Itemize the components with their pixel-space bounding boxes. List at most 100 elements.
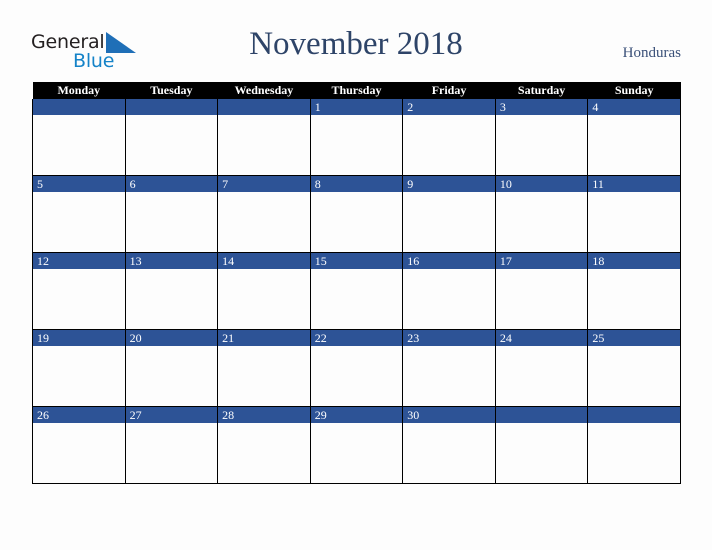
calendar-day-cell[interactable]: 5 xyxy=(32,175,126,253)
day-events-area[interactable] xyxy=(310,269,403,329)
day-events-area[interactable] xyxy=(310,115,403,175)
day-events-area[interactable] xyxy=(403,423,495,483)
day-events-area[interactable] xyxy=(495,192,588,252)
day-events-area[interactable] xyxy=(310,192,403,252)
calendar-day-cell[interactable] xyxy=(587,406,681,484)
calendar-day-cell[interactable]: 17 xyxy=(494,252,589,330)
day-number-band: 10 xyxy=(495,176,588,192)
day-number-band: 22 xyxy=(310,330,403,346)
calendar-day-cell[interactable] xyxy=(217,99,311,176)
day-events-area[interactable] xyxy=(588,192,680,252)
day-events-area[interactable] xyxy=(125,269,218,329)
calendar-day-cell[interactable]: 26 xyxy=(32,406,126,484)
day-number-band xyxy=(218,99,310,115)
calendar-day-cell[interactable]: 18 xyxy=(587,252,681,330)
day-number: 6 xyxy=(129,177,136,191)
day-events-area[interactable] xyxy=(218,115,310,175)
day-events-area[interactable] xyxy=(310,346,403,406)
day-events-area[interactable] xyxy=(33,115,125,175)
day-events-area[interactable] xyxy=(125,346,218,406)
day-number-band: 19 xyxy=(33,330,125,346)
day-number-band: 25 xyxy=(588,330,680,346)
calendar-day-cell[interactable]: 6 xyxy=(124,175,219,253)
day-events-area[interactable] xyxy=(218,192,310,252)
calendar-day-cell[interactable] xyxy=(32,99,126,176)
day-events-area[interactable] xyxy=(218,423,310,483)
calendar-day-cell[interactable]: 13 xyxy=(124,252,219,330)
calendar-week-row: 1 2 3 4 xyxy=(32,99,681,176)
day-events-area[interactable] xyxy=(310,423,403,483)
day-events-area[interactable] xyxy=(495,269,588,329)
day-number: 25 xyxy=(592,331,605,345)
calendar-day-cell[interactable]: 15 xyxy=(309,252,404,330)
region-label: Honduras xyxy=(622,45,681,61)
calendar-week-row: 26 27 28 29 30 xyxy=(32,406,681,484)
day-number: 30 xyxy=(407,408,420,422)
day-events-area[interactable] xyxy=(33,269,125,329)
day-number: 29 xyxy=(314,408,327,422)
calendar-day-cell[interactable]: 4 xyxy=(587,99,681,176)
day-number-band: 3 xyxy=(495,99,588,115)
day-number: 28 xyxy=(222,408,235,422)
calendar-day-cell[interactable]: 19 xyxy=(32,329,126,407)
calendar-day-cell[interactable]: 3 xyxy=(494,99,589,176)
day-events-area[interactable] xyxy=(218,346,310,406)
calendar-day-cell[interactable]: 22 xyxy=(309,329,404,407)
day-events-area[interactable] xyxy=(33,423,125,483)
day-events-area[interactable] xyxy=(495,346,588,406)
day-number-band: 1 xyxy=(310,99,403,115)
calendar-day-cell[interactable]: 20 xyxy=(124,329,219,407)
day-events-area[interactable] xyxy=(218,269,310,329)
calendar-day-cell[interactable] xyxy=(124,99,219,176)
day-number: 21 xyxy=(222,331,235,345)
calendar-day-cell[interactable]: 7 xyxy=(217,175,311,253)
calendar-day-cell[interactable]: 27 xyxy=(124,406,219,484)
calendar-day-cell[interactable]: 29 xyxy=(309,406,404,484)
day-events-area[interactable] xyxy=(403,269,495,329)
calendar-week-row: 19 20 21 22 23 24 25 xyxy=(32,329,681,407)
day-events-area[interactable] xyxy=(33,192,125,252)
calendar-day-cell[interactable]: 1 xyxy=(309,99,404,176)
day-events-area[interactable] xyxy=(125,423,218,483)
calendar-day-cell[interactable]: 30 xyxy=(402,406,496,484)
day-events-area[interactable] xyxy=(125,192,218,252)
day-events-area[interactable] xyxy=(403,115,495,175)
calendar-day-cell[interactable]: 12 xyxy=(32,252,126,330)
day-events-area[interactable] xyxy=(403,346,495,406)
day-number-band: 11 xyxy=(588,176,680,192)
day-events-area[interactable] xyxy=(125,115,218,175)
day-number: 10 xyxy=(499,177,512,191)
day-number: 23 xyxy=(407,331,420,345)
day-number: 20 xyxy=(129,331,142,345)
day-number: 24 xyxy=(499,331,512,345)
calendar-day-cell[interactable]: 16 xyxy=(402,252,496,330)
calendar-day-cell[interactable]: 11 xyxy=(587,175,681,253)
day-events-area[interactable] xyxy=(588,115,680,175)
day-events-area[interactable] xyxy=(403,192,495,252)
day-number: 16 xyxy=(407,254,420,268)
day-events-area[interactable] xyxy=(588,269,680,329)
calendar-day-cell[interactable]: 9 xyxy=(402,175,496,253)
calendar-day-cell[interactable]: 23 xyxy=(402,329,496,407)
day-events-area[interactable] xyxy=(495,423,588,483)
day-number: 13 xyxy=(129,254,142,268)
calendar-day-cell[interactable]: 28 xyxy=(217,406,311,484)
calendar-day-cell[interactable]: 2 xyxy=(402,99,496,176)
calendar-day-cell[interactable]: 25 xyxy=(587,329,681,407)
day-number-band: 24 xyxy=(495,330,588,346)
day-number: 18 xyxy=(592,254,605,268)
day-events-area[interactable] xyxy=(588,423,680,483)
day-events-area[interactable] xyxy=(588,346,680,406)
day-events-area[interactable] xyxy=(495,115,588,175)
calendar-day-cell[interactable]: 8 xyxy=(309,175,404,253)
calendar-week-row: 12 13 14 15 16 17 18 xyxy=(32,252,681,330)
day-number-band: 28 xyxy=(218,407,310,423)
calendar-day-cell[interactable]: 24 xyxy=(494,329,589,407)
calendar-day-cell[interactable]: 14 xyxy=(217,252,311,330)
weekday-header-saturday: Saturday xyxy=(495,82,588,99)
day-number-band: 9 xyxy=(403,176,495,192)
calendar-day-cell[interactable] xyxy=(494,406,589,484)
calendar-day-cell[interactable]: 21 xyxy=(217,329,311,407)
calendar-day-cell[interactable]: 10 xyxy=(494,175,589,253)
day-events-area[interactable] xyxy=(33,346,125,406)
